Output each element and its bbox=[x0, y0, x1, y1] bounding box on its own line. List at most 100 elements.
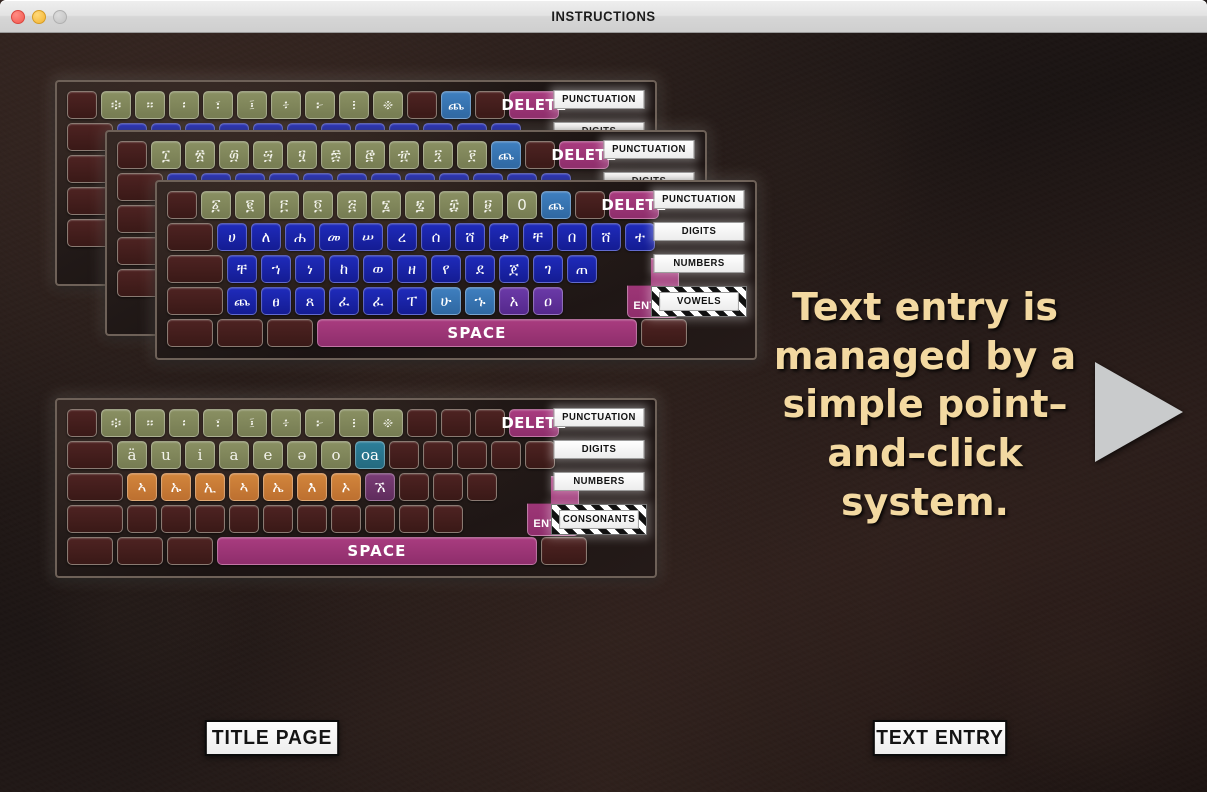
key-፠[interactable]: ፠ bbox=[373, 409, 403, 437]
key-፷[interactable]: ፷ bbox=[321, 141, 351, 169]
key-blank[interactable] bbox=[167, 319, 213, 347]
key-ቸ[interactable]: ቸ bbox=[227, 255, 257, 283]
key-blank[interactable] bbox=[399, 473, 429, 501]
key-space[interactable]: SPACE bbox=[217, 537, 537, 565]
mode-button-punctuation[interactable]: PUNCTUATION bbox=[653, 190, 745, 209]
key-ነ[interactable]: ነ bbox=[295, 255, 325, 283]
key-space[interactable]: SPACE bbox=[317, 319, 637, 347]
key-blank[interactable] bbox=[457, 441, 487, 469]
key-ጨ[interactable]: ጨ bbox=[541, 191, 571, 219]
key-እ[interactable]: እ bbox=[297, 473, 327, 501]
mode-button-punctuation[interactable]: PUNCTUATION bbox=[553, 90, 645, 109]
key-፲[interactable]: ፲ bbox=[151, 141, 181, 169]
mode-button-punctuation[interactable]: PUNCTUATION bbox=[603, 140, 695, 159]
key-blank[interactable] bbox=[167, 537, 213, 565]
close-button[interactable] bbox=[11, 10, 25, 24]
key-፦[interactable]: ፦ bbox=[305, 91, 335, 119]
key-blank[interactable] bbox=[641, 319, 687, 347]
key-፺[interactable]: ፺ bbox=[423, 141, 453, 169]
key-፨[interactable]: ፨ bbox=[101, 409, 131, 437]
key-ፐ[interactable]: ፐ bbox=[397, 287, 427, 315]
key-ቸ[interactable]: ቸ bbox=[523, 223, 553, 251]
key-blank[interactable] bbox=[167, 287, 223, 315]
key-በ[interactable]: በ bbox=[557, 223, 587, 251]
key-blank[interactable] bbox=[389, 441, 419, 469]
mode-button-digits[interactable]: DIGITS bbox=[653, 222, 745, 241]
key-።[interactable]: ። bbox=[135, 409, 165, 437]
key-፱[interactable]: ፱ bbox=[473, 191, 503, 219]
key-blank[interactable] bbox=[263, 505, 293, 533]
key-ሀ[interactable]: ሀ bbox=[217, 223, 247, 251]
key-blank[interactable] bbox=[491, 441, 521, 469]
key-blank[interactable] bbox=[67, 505, 123, 533]
key-፥[interactable]: ፥ bbox=[271, 91, 301, 119]
key-blank[interactable] bbox=[67, 91, 97, 119]
key-፣[interactable]: ፣ bbox=[203, 91, 233, 119]
key-ሁ[interactable]: ሁ bbox=[431, 287, 461, 315]
key-blank[interactable] bbox=[441, 409, 471, 437]
key-፪[interactable]: ፪ bbox=[235, 191, 265, 219]
key-ከ[interactable]: ከ bbox=[329, 255, 359, 283]
key-a[interactable]: a bbox=[219, 441, 249, 469]
key-፧[interactable]: ፧ bbox=[339, 409, 369, 437]
key-፯[interactable]: ፯ bbox=[405, 191, 435, 219]
mode-button-digits[interactable]: DIGITS bbox=[553, 440, 645, 459]
key-፸[interactable]: ፸ bbox=[355, 141, 385, 169]
key-፹[interactable]: ፹ bbox=[389, 141, 419, 169]
key-፤[interactable]: ፤ bbox=[237, 409, 267, 437]
key-ቀ[interactable]: ቀ bbox=[489, 223, 519, 251]
key-፦[interactable]: ፦ bbox=[305, 409, 335, 437]
key-ወ[interactable]: ወ bbox=[363, 255, 393, 283]
key-i[interactable]: i bbox=[185, 441, 215, 469]
key-ፀ[interactable]: ፀ bbox=[261, 287, 291, 315]
key-ዐ[interactable]: ዐ bbox=[533, 287, 563, 315]
key-blank[interactable] bbox=[423, 441, 453, 469]
key-ረ[interactable]: ረ bbox=[387, 223, 417, 251]
key-ለ[interactable]: ለ bbox=[251, 223, 281, 251]
key-oa[interactable]: oa bbox=[355, 441, 385, 469]
play-triangle-icon[interactable] bbox=[1095, 362, 1183, 462]
key-blank[interactable] bbox=[217, 319, 263, 347]
key-ኡ[interactable]: ኡ bbox=[161, 473, 191, 501]
key-፳[interactable]: ፳ bbox=[185, 141, 215, 169]
keyboard-panel-vowels[interactable]: ፨።፡፣፤፥፦፧፠DELETEäuiaeəooaኣኡኢኣኤእኦኧSPACEENT… bbox=[55, 398, 657, 578]
key-ኤ[interactable]: ኤ bbox=[263, 473, 293, 501]
key-ጨ[interactable]: ጨ bbox=[441, 91, 471, 119]
text-entry-button[interactable]: TEXT ENTRY bbox=[872, 720, 1008, 756]
key-u[interactable]: u bbox=[151, 441, 181, 469]
key-blank[interactable] bbox=[399, 505, 429, 533]
key-፥[interactable]: ፥ bbox=[271, 409, 301, 437]
key-ä[interactable]: ä bbox=[117, 441, 147, 469]
key-blank[interactable] bbox=[117, 141, 147, 169]
key-ጨ[interactable]: ጨ bbox=[227, 287, 257, 315]
key-ኧ[interactable]: ኧ bbox=[365, 473, 395, 501]
key-ኢ[interactable]: ኢ bbox=[195, 473, 225, 501]
key-blank[interactable] bbox=[161, 505, 191, 533]
mode-button-numbers[interactable]: NUMBERS bbox=[653, 254, 745, 273]
key-ሰ[interactable]: ሰ bbox=[421, 223, 451, 251]
key-ሐ[interactable]: ሐ bbox=[285, 223, 315, 251]
key-፡[interactable]: ፡ bbox=[169, 409, 199, 437]
key-ፈ[interactable]: ፈ bbox=[363, 287, 393, 315]
key-፡[interactable]: ፡ bbox=[169, 91, 199, 119]
key-፮[interactable]: ፮ bbox=[371, 191, 401, 219]
key-ጸ[interactable]: ጸ bbox=[295, 287, 325, 315]
key-e[interactable]: e bbox=[253, 441, 283, 469]
key-፶[interactable]: ፶ bbox=[287, 141, 317, 169]
key-blank[interactable] bbox=[67, 537, 113, 565]
key-፠[interactable]: ፠ bbox=[373, 91, 403, 119]
key-ዘ[interactable]: ዘ bbox=[397, 255, 427, 283]
key-blank[interactable] bbox=[433, 473, 463, 501]
key-፫[interactable]: ፫ bbox=[269, 191, 299, 219]
key-አ[interactable]: አ bbox=[499, 287, 529, 315]
key-0[interactable]: 0 bbox=[507, 191, 537, 219]
key-፵[interactable]: ፵ bbox=[253, 141, 283, 169]
key-ሸ[interactable]: ሸ bbox=[591, 223, 621, 251]
key-blank[interactable] bbox=[267, 319, 313, 347]
key-ፈ[interactable]: ፈ bbox=[329, 287, 359, 315]
key-blank[interactable] bbox=[195, 505, 225, 533]
key-መ[interactable]: መ bbox=[319, 223, 349, 251]
key-ጨ[interactable]: ጨ bbox=[491, 141, 521, 169]
mode-button-numbers[interactable]: NUMBERS bbox=[553, 472, 645, 491]
key-፻[interactable]: ፻ bbox=[457, 141, 487, 169]
